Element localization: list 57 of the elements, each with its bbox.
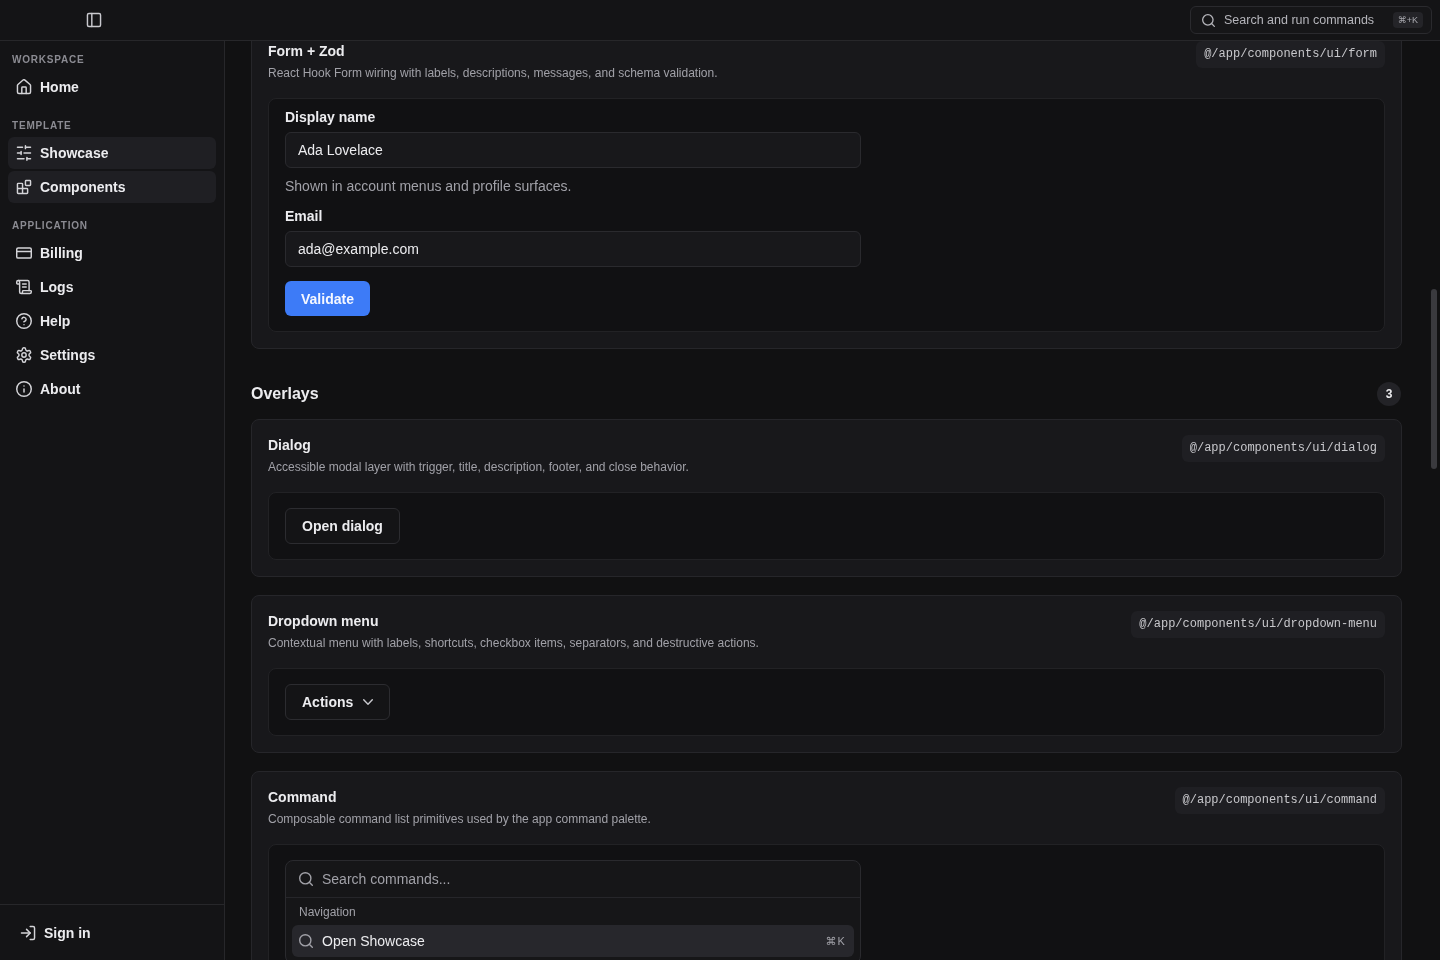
sidebar-item[interactable]: Components	[8, 171, 216, 203]
sidebar-item[interactable]: Showcase	[8, 137, 216, 169]
sidebar-item[interactable]: Settings	[8, 339, 216, 371]
card-title: Dropdown menu	[268, 612, 380, 631]
command-search-field[interactable]: Search commands...	[286, 861, 860, 898]
count-badge: 3	[1377, 382, 1401, 406]
scroll-icon	[16, 279, 32, 295]
actions-dropdown-button[interactable]: Actions	[285, 684, 391, 720]
import-path: @/app/components/ui/form	[1196, 41, 1385, 68]
sidebar-item[interactable]: Billing	[8, 237, 216, 269]
search-icon	[299, 934, 313, 948]
command-group-heading: Navigation	[298, 904, 357, 921]
field-label: Email	[285, 207, 324, 226]
card-title: Form + Zod	[268, 42, 346, 61]
sidebar-item[interactable]: About	[8, 373, 216, 405]
card-description: Composable command list primitives used by the app command palette.	[268, 811, 651, 828]
card-description: Contextual menu with labels, shortcuts, checkbox items, separators, and destructive actions.	[268, 635, 759, 652]
command-item[interactable]: Open Showcase ⌘K	[292, 925, 854, 957]
import-path: @/app/components/ui/command	[1174, 787, 1385, 814]
home-icon	[16, 79, 32, 95]
scrollbar[interactable]	[1431, 289, 1437, 469]
search-icon	[299, 872, 313, 886]
open-dialog-button[interactable]: Open dialog	[285, 508, 400, 544]
card-description: Accessible modal layer with trigger, title, description, footer, and close behavior.	[268, 459, 689, 476]
sidebar-toggle-button[interactable]	[86, 12, 102, 28]
sidebar-section-label: TEMPLATE	[11, 119, 73, 133]
sign-in-link[interactable]: Sign in	[12, 917, 99, 949]
settings-icon	[16, 347, 32, 363]
help-icon	[16, 313, 32, 329]
card-description: React Hook Form wiring with labels, descriptions, messages, and schema validation.	[268, 65, 718, 82]
sidebar-item[interactable]: Logs	[8, 271, 216, 303]
command-search-button[interactable]: Search and run commands ⌘+K	[1190, 6, 1432, 34]
login-icon	[20, 925, 36, 941]
field-label: Display name	[285, 108, 377, 127]
credit-card-icon	[16, 245, 32, 261]
sidebar-item[interactable]: Help	[8, 305, 216, 337]
text-input[interactable]: ada@example.com	[285, 231, 861, 267]
info-icon	[16, 381, 32, 397]
validate-button[interactable]: Validate	[285, 281, 370, 316]
sidebar-section-label: APPLICATION	[11, 219, 89, 233]
panel-icon	[86, 12, 102, 28]
keyboard-shortcut: ⌘+K	[1392, 12, 1423, 28]
squares-icon	[16, 179, 32, 195]
search-icon	[1202, 13, 1215, 27]
import-path: @/app/components/ui/dialog	[1181, 435, 1385, 462]
field-description: Shown in account menus and profile surfaces.	[285, 177, 573, 196]
chevron-down-icon	[363, 699, 374, 705]
sliders-icon	[16, 145, 32, 161]
sidebar-item[interactable]: Home	[8, 71, 216, 103]
sidebar-section-label: WORKSPACE	[11, 53, 86, 67]
card-title: Dialog	[268, 436, 312, 455]
import-path: @/app/components/ui/dropdown-menu	[1131, 611, 1385, 638]
search-input[interactable]: Search commands...	[322, 864, 848, 894]
section-title: Overlays	[251, 384, 319, 404]
keyboard-shortcut: ⌘K	[825, 934, 846, 948]
card-title: Command	[268, 788, 338, 807]
text-input[interactable]: Ada Lovelace	[285, 132, 861, 168]
